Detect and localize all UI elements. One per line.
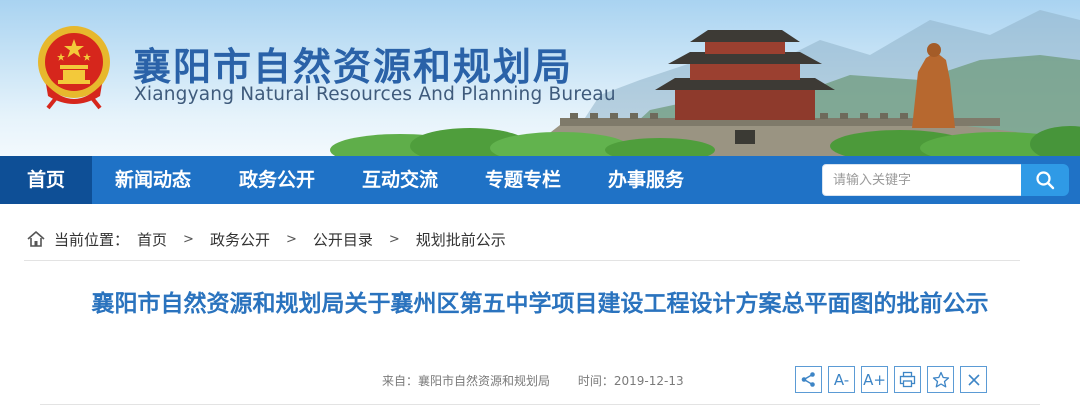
search-box bbox=[822, 164, 1022, 196]
font-decrease-button[interactable]: A- bbox=[828, 366, 855, 393]
breadcrumb: 当前位置： 首页 > 政务公开 > 公开目录 > 规划批前公示 bbox=[26, 228, 506, 250]
breadcrumb-item-public-catalog[interactable]: 公开目录 bbox=[313, 229, 373, 250]
font-increase-button[interactable]: A+ bbox=[861, 366, 888, 393]
breadcrumb-item-government-affairs[interactable]: 政务公开 bbox=[210, 229, 270, 250]
font-decrease-icon: A- bbox=[833, 370, 850, 389]
breadcrumb-item-home[interactable]: 首页 bbox=[137, 229, 167, 250]
search-button[interactable] bbox=[1021, 164, 1069, 196]
search-icon bbox=[1036, 171, 1055, 190]
nav-item-government-affairs[interactable]: 政务公开 bbox=[222, 156, 332, 204]
share-icon bbox=[801, 372, 815, 387]
article-date: 时间：2019-12-13 bbox=[577, 374, 684, 388]
breadcrumb-divider bbox=[24, 260, 1020, 261]
site-banner: 襄阳市自然资源和规划局 Xiangyang Natural Resources … bbox=[0, 0, 1080, 156]
favorite-button[interactable] bbox=[927, 366, 954, 393]
breadcrumb-separator: > bbox=[183, 231, 194, 247]
font-increase-icon: A+ bbox=[863, 370, 886, 389]
article-meta: 来自：襄阳市自然资源和规划局 时间：2019-12-13 bbox=[382, 372, 684, 389]
favorite-icon bbox=[932, 371, 949, 387]
article-title: 襄阳市自然资源和规划局关于襄州区第五中学项目建设工程设计方案总平面图的批前公示 bbox=[91, 291, 989, 317]
article-source: 来自：襄阳市自然资源和规划局 bbox=[382, 374, 551, 388]
close-icon bbox=[967, 373, 980, 386]
close-button[interactable] bbox=[960, 366, 987, 393]
nav-item-news[interactable]: 新闻动态 bbox=[98, 156, 208, 204]
national-emblem-logo bbox=[38, 26, 110, 110]
content-divider bbox=[40, 404, 1040, 405]
home-icon bbox=[27, 231, 45, 247]
site-subtitle: Xiangyang Natural Resources And Planning… bbox=[134, 84, 616, 105]
print-icon bbox=[899, 371, 916, 388]
search-input[interactable] bbox=[823, 165, 1021, 195]
nav-item-home[interactable]: 首页 bbox=[0, 156, 92, 204]
breadcrumb-separator: > bbox=[388, 231, 400, 247]
nav-item-special-topics[interactable]: 专题专栏 bbox=[468, 156, 578, 204]
breadcrumb-separator: > bbox=[285, 231, 297, 247]
nav-item-services[interactable]: 办事服务 bbox=[591, 156, 701, 204]
breadcrumb-item-planning-notice[interactable]: 规划批前公示 bbox=[416, 229, 506, 250]
nav-item-interaction[interactable]: 互动交流 bbox=[345, 156, 455, 204]
breadcrumb-prefix: 当前位置： bbox=[54, 230, 130, 249]
article-toolbar: A- A+ bbox=[795, 366, 993, 393]
print-button[interactable] bbox=[894, 366, 921, 393]
site-title: 襄阳市自然资源和规划局 bbox=[133, 45, 574, 89]
share-button[interactable] bbox=[795, 366, 822, 393]
